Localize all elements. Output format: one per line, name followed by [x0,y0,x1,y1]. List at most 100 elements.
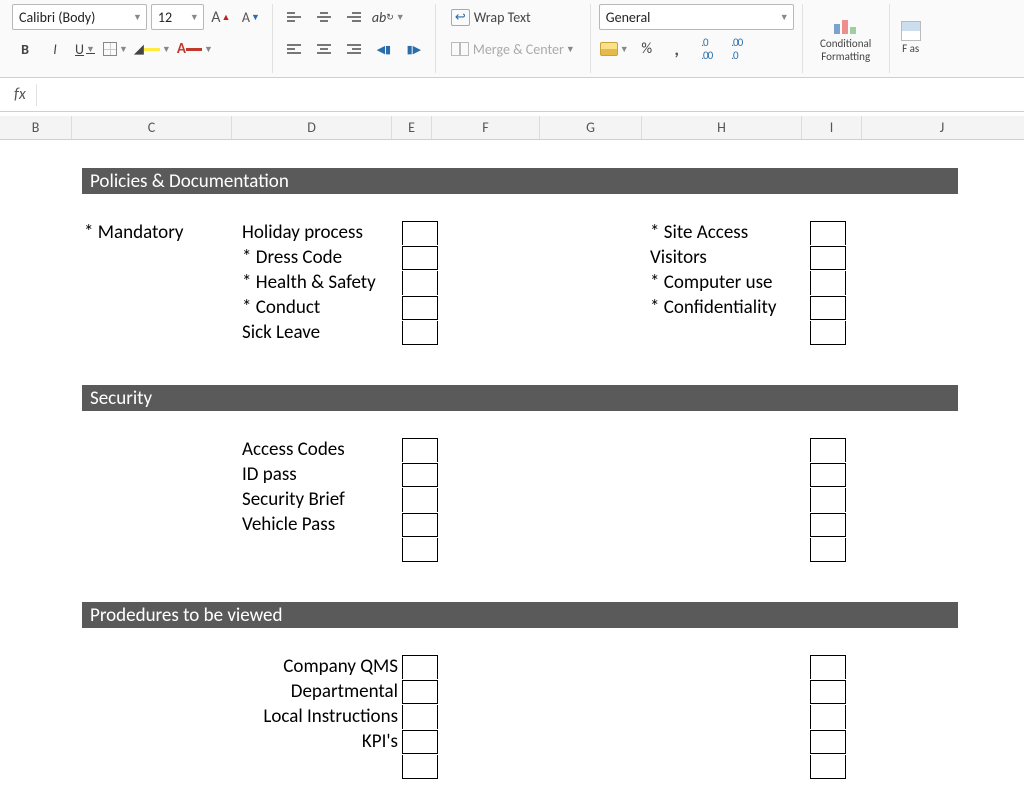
italic-button[interactable]: I [42,36,68,62]
checkbox-cell[interactable] [402,513,438,537]
indent-left-icon: ◀▮ [377,43,392,56]
decrease-indent-button[interactable]: ◀▮ [371,36,397,62]
col-header-j[interactable]: J [862,116,1022,139]
checkbox-cell[interactable] [402,655,438,679]
col-header-e[interactable]: E [392,116,432,139]
borders-button[interactable]: ▼ [102,36,129,62]
section-header-policies: Policies & Documentation [82,168,958,194]
checkbox-cell[interactable] [810,538,846,562]
checkbox-cell[interactable] [402,680,438,704]
chevron-down-icon: ▼ [620,44,629,55]
checkbox-cell[interactable] [402,271,438,295]
policy-left-item: * Conduct [242,296,402,319]
checkbox-cell[interactable] [810,321,846,345]
increase-decimal-button[interactable]: .0.00 [694,36,720,62]
col-header-i[interactable]: I [802,116,862,139]
col-header-f[interactable]: F [432,116,540,139]
checkbox-cell[interactable] [810,463,846,487]
security-item: Security Brief [242,488,402,511]
checkbox-cell[interactable] [810,438,846,462]
checkbox-cell[interactable] [402,321,438,345]
col-header-d[interactable]: D [232,116,392,139]
formula-input[interactable] [37,78,1024,111]
table-row: * Mandatory Holiday process * Site Acces… [82,220,958,245]
checkbox-cell[interactable] [402,463,438,487]
table-row: Security Brief [82,487,958,512]
chevron-down-icon: ▼ [133,12,142,23]
align-left-button[interactable] [281,36,307,62]
wrap-text-icon: ↩ [451,9,470,26]
checkbox-cell[interactable] [810,730,846,754]
align-middle-button[interactable] [311,4,337,30]
fx-label: fx [0,85,36,104]
decrease-decimal-icon: .00.0 [731,36,742,62]
checkbox-cell[interactable] [810,488,846,512]
alignment-group: ab↻ ▼ ◀▮ ▮▶ [273,4,436,73]
up-arrow-icon: ▲ [222,12,231,23]
increase-decimal-icon: .0.00 [701,36,712,62]
align-center-button[interactable] [311,36,337,62]
fill-color-swatch [144,48,160,51]
align-top-button[interactable] [281,4,307,30]
percent-button[interactable] [634,36,660,62]
column-headers: B C D E F G H I J [0,116,1024,140]
currency-button[interactable]: ▼ [599,36,630,62]
fill-color-button[interactable]: ◢ ▼ [133,36,172,62]
checkbox-cell[interactable] [402,538,438,562]
wrap-merge-group: ↩ Wrap Text Merge & Center ▼ [436,4,591,73]
checkbox-cell[interactable] [402,705,438,729]
table-row: * Conduct * Confidentiality [82,295,958,320]
align-right-button[interactable] [341,36,367,62]
col-header-g[interactable]: G [540,116,642,139]
sheet[interactable]: Policies & Documentation * Mandatory Hol… [0,140,1024,779]
font-name-combo[interactable]: Calibri (Body) ▼ [12,4,147,30]
orientation-button[interactable]: ab↻ ▼ [371,4,406,30]
comma-button[interactable]: , [664,36,690,62]
conditional-formatting-icon [832,14,860,36]
increase-indent-button[interactable]: ▮▶ [401,36,427,62]
checkbox-cell[interactable] [810,221,846,245]
merge-center-button[interactable]: Merge & Center ▼ [444,36,582,62]
checkbox-cell[interactable] [810,246,846,270]
procedure-item: Company QMS [242,655,402,678]
policy-left-item: * Dress Code [242,246,402,269]
underline-button[interactable]: U▼ [72,36,98,62]
checkbox-cell[interactable] [810,705,846,729]
checkbox-cell[interactable] [810,755,846,779]
chevron-down-icon: ▼ [86,44,95,55]
procedure-item: Local Instructions [242,705,402,728]
font-size-combo[interactable]: 12 ▼ [151,4,204,30]
chevron-down-icon: ▼ [780,12,789,23]
conditional-formatting-button[interactable]: Conditional Formatting [811,13,881,63]
checkbox-cell[interactable] [810,513,846,537]
font-size-value: 12 [158,9,186,26]
checkbox-cell[interactable] [810,296,846,320]
format-as-table-button[interactable]: F as [898,20,924,56]
col-header-c[interactable]: C [72,116,232,139]
section-body-security: Access Codes ID pass Security Brief Vehi… [82,411,958,562]
checkbox-cell[interactable] [402,730,438,754]
checkbox-cell[interactable] [402,755,438,779]
checkbox-cell[interactable] [810,680,846,704]
number-group: General ▼ ▼ , .0.00 .00.0 [591,4,803,73]
checkbox-cell[interactable] [402,296,438,320]
checkbox-cell[interactable] [402,221,438,245]
wrap-text-button[interactable]: ↩ Wrap Text [444,4,538,30]
decrease-font-button[interactable]: A▼ [238,4,264,30]
checkbox-cell[interactable] [402,488,438,512]
checkbox-cell[interactable] [810,271,846,295]
bold-button[interactable]: B [12,36,38,62]
font-color-swatch [186,48,202,51]
number-format-combo[interactable]: General ▼ [599,4,794,30]
checkbox-cell[interactable] [810,655,846,679]
checkbox-cell[interactable] [402,246,438,270]
increase-font-button[interactable]: A▲ [208,4,234,30]
align-bottom-button[interactable] [341,4,367,30]
ribbon: Calibri (Body) ▼ 12 ▼ A▲ A▼ B I U▼ [0,0,1024,78]
col-header-h[interactable]: H [642,116,802,139]
col-header-b[interactable]: B [0,116,72,139]
checkbox-cell[interactable] [402,438,438,462]
currency-icon [600,42,618,56]
decrease-decimal-button[interactable]: .00.0 [724,36,750,62]
font-color-button[interactable]: A ▼ [176,36,214,62]
